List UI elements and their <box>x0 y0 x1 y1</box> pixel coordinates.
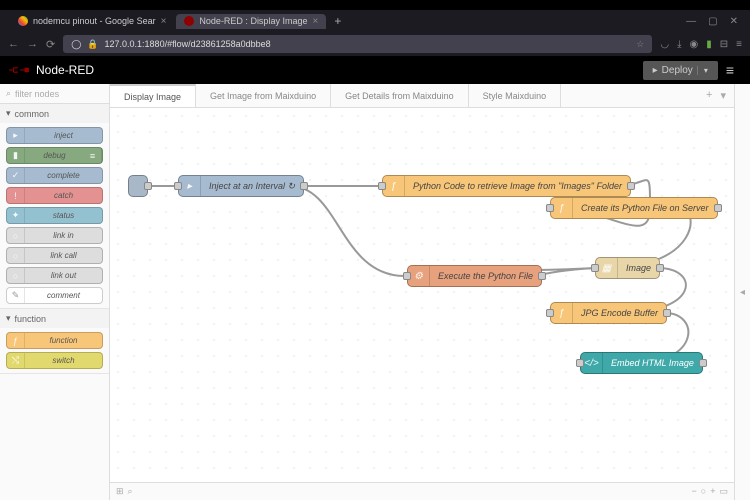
minimize-icon[interactable]: — <box>686 16 696 27</box>
flow-node-jpg[interactable]: ƒ JPG Encode Buffer <box>550 302 667 324</box>
lock-icon: 🔒 <box>87 39 98 50</box>
new-tab-button[interactable]: + <box>328 14 347 28</box>
deploy-label: Deploy <box>662 65 693 76</box>
image-icon: ▦ <box>596 258 618 278</box>
palette-node-switch[interactable]: ⤭switch <box>6 352 103 369</box>
ws-tab-display-image[interactable]: Display Image <box>110 84 196 107</box>
ws-tab-get-details[interactable]: Get Details from Maixduino <box>331 84 469 107</box>
filter-input[interactable]: ⌕ filter nodes <box>0 84 109 104</box>
app-title: Node-RED <box>36 63 94 77</box>
palette-node-status[interactable]: ✦status <box>6 207 103 224</box>
menu-icon[interactable]: ≡ <box>736 39 742 50</box>
deploy-button[interactable]: ▸ Deploy ▾ <box>643 61 718 80</box>
flow-node-inject[interactable]: ▸ Inject at an Interval ↻ <box>178 175 304 197</box>
bookmark-icon[interactable]: ☆ <box>636 39 644 50</box>
url-bar[interactable]: ◯ 🔒 127.0.0.1:1880/#flow/d23861258a0dbbe… <box>63 35 652 53</box>
tab-menu-icon[interactable]: ▾ <box>720 89 726 102</box>
filter-placeholder: filter nodes <box>15 89 59 99</box>
deploy-icon: ▸ <box>653 65 658 76</box>
workspace-tabs: Display Image Get Image from Maixduino G… <box>110 84 734 108</box>
flow-node-retrieve[interactable]: ƒ Python Code to retrieve Image from "Im… <box>382 175 631 197</box>
shield-icon: ◯ <box>71 39 81 50</box>
download-icon[interactable]: ⤓ <box>677 39 681 50</box>
palette-node-catch[interactable]: !catch <box>6 187 103 204</box>
account-icon[interactable]: ◉ <box>690 39 699 50</box>
hamburger-icon[interactable]: ≡ <box>718 62 742 78</box>
inject-icon: ▸ <box>179 176 201 196</box>
browser-tab-0[interactable]: nodemcu pinout - Google Sear × <box>10 14 174 29</box>
app-header: Node-RED ▸ Deploy ▾ ≡ <box>0 56 750 84</box>
ws-tab-style[interactable]: Style Maixduino <box>469 84 562 107</box>
maximize-icon[interactable]: ▢ <box>708 16 717 27</box>
zoom-in-icon[interactable]: + <box>710 486 715 497</box>
palette-node-comment[interactable]: ✎comment <box>6 287 103 304</box>
close-icon[interactable]: × <box>161 16 167 27</box>
function-icon: ƒ <box>551 303 573 323</box>
library-icon[interactable]: ⊟ <box>720 39 728 50</box>
gear-icon: ⚙ <box>408 266 430 286</box>
zoom-reset-icon[interactable]: ○ <box>701 486 706 497</box>
palette-node-debug[interactable]: ▮debug≡ <box>6 147 103 164</box>
palette-category-function[interactable]: ▾ function <box>0 309 109 328</box>
flow-node-trigger[interactable] <box>128 175 148 197</box>
search-icon[interactable]: ⌕ <box>128 486 133 497</box>
palette-node-complete[interactable]: ✓complete <box>6 167 103 184</box>
flow-canvas[interactable]: ▸ Inject at an Interval ↻ ƒ Python Code … <box>110 108 734 482</box>
palette-node-linkcall[interactable]: ○link call <box>6 247 103 264</box>
close-window-icon[interactable]: ✕ <box>730 16 738 27</box>
close-icon[interactable]: × <box>312 16 318 27</box>
url-text: 127.0.0.1:1880/#flow/d23861258a0dbbe8 <box>105 39 271 49</box>
browser-tabs: nodemcu pinout - Google Sear × Node-RED … <box>0 10 750 32</box>
search-icon: ⌕ <box>6 88 11 99</box>
palette-node-linkout[interactable]: ○link out <box>6 267 103 284</box>
palette-category-common[interactable]: ▾ common <box>0 104 109 123</box>
app-logo: Node-RED <box>8 63 94 77</box>
add-tab-icon[interactable]: + <box>706 89 712 102</box>
sidebar-toggle[interactable]: ◂ <box>734 84 750 500</box>
tab-title: Node-RED : Display Image <box>199 16 307 26</box>
tab-title: nodemcu pinout - Google Sear <box>33 16 156 26</box>
function-icon: ƒ <box>383 176 405 196</box>
reload-icon[interactable]: ⟳ <box>46 38 55 51</box>
zoom-out-icon[interactable]: − <box>692 486 697 497</box>
flow-node-image[interactable]: ▦ Image <box>595 257 660 279</box>
extension-icon[interactable]: ▮ <box>706 39 712 50</box>
minimap-icon[interactable]: ▭ <box>719 486 728 497</box>
palette-node-function[interactable]: ƒfunction <box>6 332 103 349</box>
chevron-down-icon[interactable]: ▾ <box>697 66 708 75</box>
chevron-down-icon: ▾ <box>6 313 11 324</box>
palette-sidebar: ⌕ filter nodes ▾ common ▸inject ▮debug≡ … <box>0 84 110 500</box>
code-icon: </> <box>581 353 603 373</box>
function-icon: ƒ <box>551 198 573 218</box>
flow-node-create[interactable]: ƒ Create its Python File on Server <box>550 197 718 219</box>
flow-node-html[interactable]: </> Embed HTML Image <box>580 352 703 374</box>
back-icon[interactable]: ← <box>8 38 19 50</box>
palette-node-linkin[interactable]: ○link in <box>6 227 103 244</box>
flow-node-execute[interactable]: ⚙ Execute the Python File <box>407 265 542 287</box>
footer-bar: ⊞ ⌕ − ○ + ▭ <box>110 482 734 500</box>
nav-icon[interactable]: ⊞ <box>116 486 124 497</box>
browser-tab-1[interactable]: Node-RED : Display Image × <box>176 14 326 29</box>
pocket-icon[interactable]: ◡ <box>660 39 669 50</box>
ws-tab-get-image[interactable]: Get Image from Maixduino <box>196 84 331 107</box>
palette-node-inject[interactable]: ▸inject <box>6 127 103 144</box>
chevron-down-icon: ▾ <box>6 108 11 119</box>
forward-icon[interactable]: → <box>27 38 38 50</box>
